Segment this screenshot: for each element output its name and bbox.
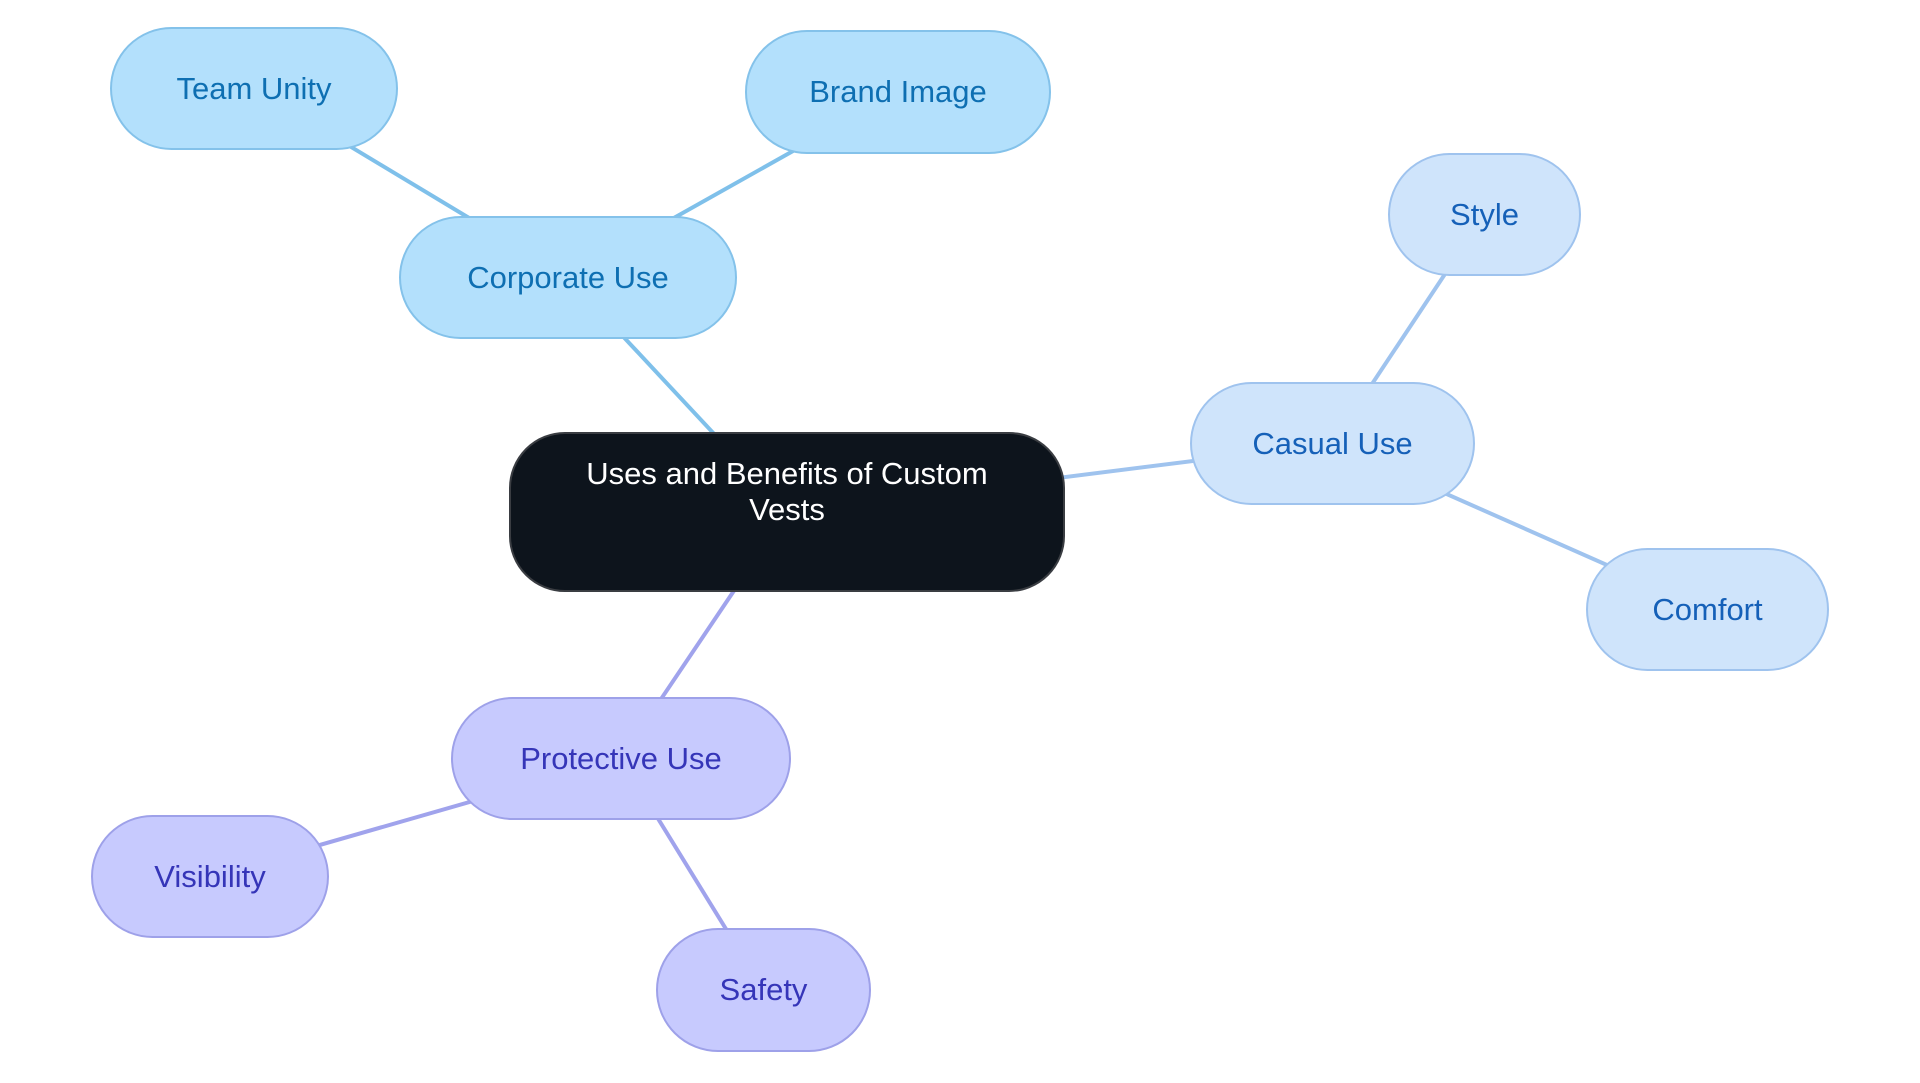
leaf-node-label: Brand Image — [809, 74, 987, 109]
branch-node-protective-use[interactable]: Protective Use — [451, 697, 791, 820]
branch-node-label: Protective Use — [520, 740, 722, 776]
leaf-node-label: Team Unity — [176, 70, 332, 106]
branch-node-casual-use[interactable]: Casual Use — [1190, 382, 1475, 505]
leaf-node-style[interactable]: Style — [1388, 153, 1581, 276]
root-node-label: Uses and Benefits of Custom Vests — [586, 456, 988, 527]
leaf-node-label: Visibility — [154, 858, 266, 894]
leaf-node-label: Safety — [719, 972, 808, 1007]
leaf-node-team-unity[interactable]: Team Unity — [110, 27, 398, 150]
leaf-node-comfort[interactable]: Comfort — [1586, 548, 1829, 671]
leaf-node-label: Comfort — [1652, 591, 1763, 627]
leaf-node-visibility[interactable]: Visibility — [91, 815, 329, 938]
branch-node-corporate-use[interactable]: Corporate Use — [399, 216, 737, 339]
leaf-node-safety[interactable]: Safety — [656, 928, 871, 1052]
branch-node-label: Casual Use — [1252, 425, 1413, 461]
mind-map-canvas: Uses and Benefits of Custom Vests Corpor… — [0, 0, 1920, 1083]
root-node[interactable]: Uses and Benefits of Custom Vests — [509, 432, 1065, 592]
leaf-node-brand-image[interactable]: Brand Image — [745, 30, 1051, 154]
leaf-node-label: Style — [1450, 196, 1519, 232]
branch-node-label: Corporate Use — [467, 259, 669, 295]
